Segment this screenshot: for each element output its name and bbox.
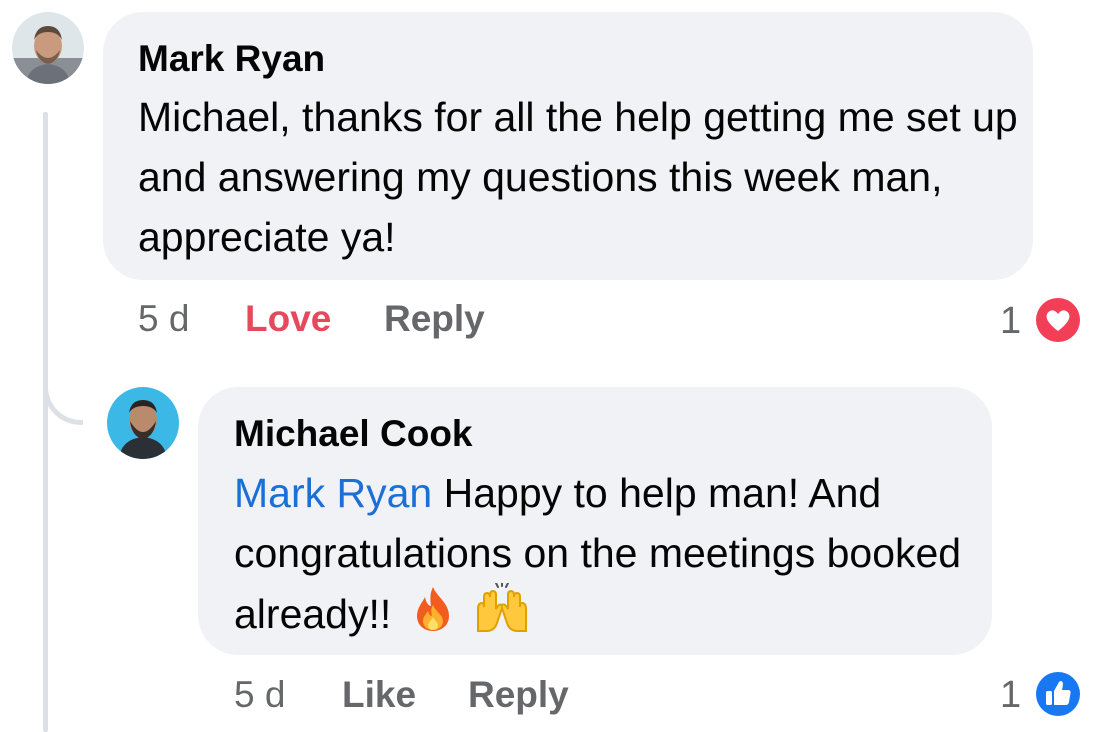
comment-text: Michael, thanks for all the help getting…: [138, 94, 1018, 260]
mention-link[interactable]: Mark Ryan: [234, 470, 432, 516]
comment-author[interactable]: Michael Cook: [234, 413, 473, 455]
thread-connector: [43, 330, 83, 425]
comment-timestamp[interactable]: 5 d: [234, 673, 285, 717]
like-reaction-icon: [1032, 668, 1084, 720]
reply-button[interactable]: Reply: [384, 297, 485, 341]
reaction-count: 1: [1000, 674, 1022, 716]
love-button[interactable]: Love: [245, 297, 331, 341]
reply-button[interactable]: Reply: [468, 673, 569, 717]
comment-author[interactable]: Mark Ryan: [138, 38, 325, 80]
fire-emoji: [411, 585, 455, 649]
avatar[interactable]: [12, 12, 84, 84]
avatar[interactable]: [107, 387, 179, 459]
comment-timestamp[interactable]: 5 d: [138, 297, 189, 341]
heart-reaction-icon: [1032, 294, 1084, 346]
thread-line: [43, 112, 48, 732]
reaction-count: 1: [1000, 300, 1022, 342]
comment-text: Mark Ryan Happy to help man! And congrat…: [234, 463, 974, 651]
like-button[interactable]: Like: [342, 673, 416, 717]
raising-hands-emoji: [472, 582, 532, 651]
